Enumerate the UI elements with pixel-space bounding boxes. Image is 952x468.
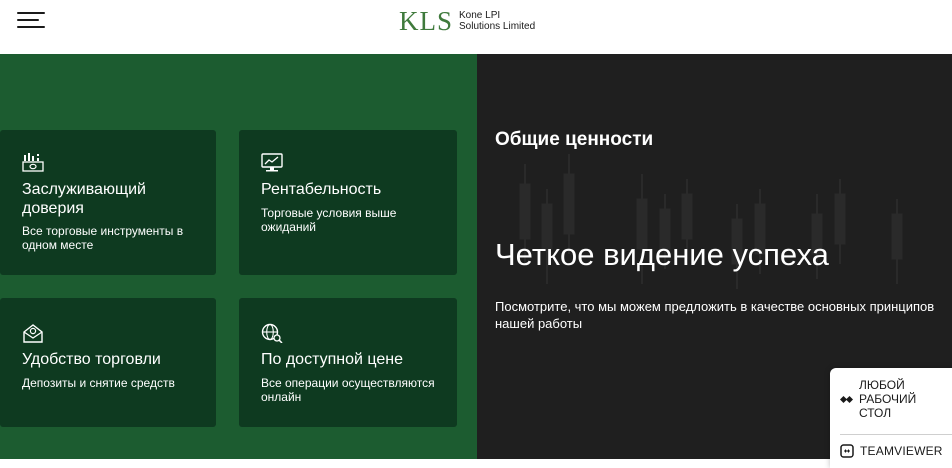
feature-card-profitability: Рентабельность Торговые условия выше ожи… (239, 130, 457, 275)
trading-instruments-icon (22, 153, 44, 172)
values-title: Четкое видение успеха (495, 237, 829, 272)
widget-divider (840, 434, 952, 435)
feature-card-affordable: По доступной цене Все операции осуществл… (239, 298, 457, 427)
remote-support-widget: ЛЮБОЙ РАБОЧИЙ СТОЛ TEAMVIEWER (830, 368, 952, 468)
feature-title: Заслуживающий доверия (22, 181, 146, 217)
menu-icon[interactable] (17, 12, 47, 30)
globe-search-icon (261, 323, 283, 343)
anydesk-icon (840, 395, 853, 403)
logo-mark: KLS (399, 6, 454, 36)
feature-card-convenience: Удобство торговли Депозиты и снятие сред… (0, 298, 216, 427)
values-description: Посмотрите, что мы можем предложить в ка… (495, 299, 935, 331)
features-panel: Заслуживающий доверия Все торговые инстр… (0, 54, 477, 459)
anydesk-link[interactable]: ЛЮБОЙ РАБОЧИЙ СТОЛ (840, 378, 916, 420)
wallet-transfer-icon (23, 324, 43, 343)
feature-title: Удобство торговли (22, 351, 161, 368)
anydesk-label-line-2: РАБОЧИЙ (859, 392, 917, 406)
logo-text: Kone LPI Solutions Limited (459, 10, 535, 32)
company-logo[interactable]: KLS Kone LPI Solutions Limited (399, 6, 535, 36)
feature-desc: Все торговые инструменты в одном месте (22, 224, 184, 252)
anydesk-label-line-1: ЛЮБОЙ (859, 378, 905, 392)
feature-title: Рентабельность (261, 181, 382, 198)
top-header: KLS Kone LPI Solutions Limited (0, 0, 952, 54)
feature-title: По доступной цене (261, 351, 403, 368)
feature-desc: Торговые условия выше ожиданий (261, 206, 397, 234)
teamviewer-icon (840, 444, 854, 458)
feature-desc: Все операции осуществляются онлайн (261, 376, 435, 404)
teamviewer-label: TEAMVIEWER (860, 444, 943, 458)
logo-line-2: Solutions Limited (459, 21, 536, 32)
anydesk-label-line-3: СТОЛ (859, 406, 892, 420)
chart-monitor-icon (261, 153, 283, 172)
anydesk-label: ЛЮБОЙ РАБОЧИЙ СТОЛ (859, 378, 916, 420)
teamviewer-link[interactable]: TEAMVIEWER (840, 444, 943, 458)
feature-card-trust: Заслуживающий доверия Все торговые инстр… (0, 130, 216, 275)
feature-desc: Депозиты и снятие средств (22, 376, 175, 390)
values-kicker: Общие ценности (495, 129, 654, 150)
logo-line-1: Kone LPI (459, 10, 501, 21)
